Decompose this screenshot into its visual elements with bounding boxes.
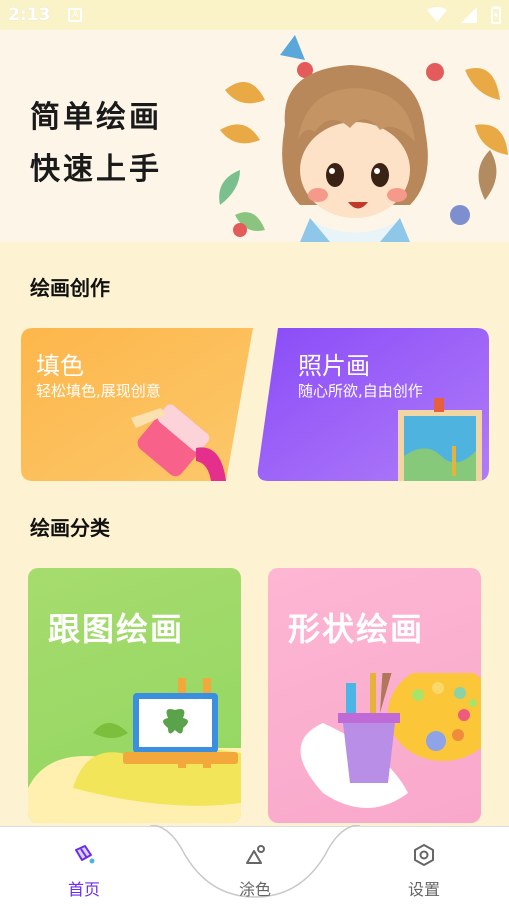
fill-card-subtitle: 轻松填色,展现创意 — [36, 382, 161, 400]
battery-icon — [491, 6, 501, 24]
wifi-icon — [427, 7, 447, 22]
pencil-cup-palette-illustration — [300, 673, 481, 808]
shapes-icon — [246, 845, 265, 864]
easel-painting-illustration — [398, 398, 482, 481]
paint-bucket-icon — [75, 845, 95, 864]
hero-title-line2: 快速上手 — [30, 152, 162, 187]
nav-color-label: 涂色 — [238, 880, 271, 899]
photo-card-title: 照片画 — [298, 352, 370, 380]
nav-home-label: 首页 — [67, 880, 100, 899]
nav-settings-label: 设置 — [407, 880, 440, 899]
bottom-navigation: 首页 涂色 设置 — [0, 825, 509, 906]
sim-icon: A — [68, 8, 83, 22]
shape-drawing-card[interactable]: 形状绘画 — [268, 568, 481, 823]
fill-color-card[interactable]: 填色 轻松填色,展现创意 — [21, 328, 253, 481]
trace-card-title: 跟图绘画 — [48, 610, 185, 648]
section-title-create: 绘画创作 — [30, 276, 110, 300]
gear-hex-icon — [414, 844, 434, 866]
photo-paint-card[interactable]: 照片画 随心所欲,自由创作 — [256, 328, 489, 481]
trace-drawing-card[interactable]: 跟图绘画 — [28, 568, 241, 823]
nav-home[interactable]: 首页 — [29, 827, 139, 906]
easel-clover-illustration — [28, 678, 241, 823]
hero-banner: 简单绘画 快速上手 — [0, 30, 509, 242]
status-icons — [427, 6, 501, 24]
fill-card-title: 填色 — [36, 352, 84, 380]
nav-settings[interactable]: 设置 — [369, 827, 479, 906]
signal-icon — [461, 7, 477, 23]
paint-bucket-illustration — [131, 404, 226, 481]
nav-color[interactable]: 涂色 — [200, 827, 310, 906]
hero-title-line1: 简单绘画 — [30, 100, 162, 135]
shape-card-title: 形状绘画 — [288, 610, 425, 648]
section-title-category: 绘画分类 — [30, 516, 110, 540]
girl-illustration — [219, 35, 508, 242]
status-time: 2:13 — [8, 5, 51, 25]
status-bar: 2:13 A — [0, 0, 509, 30]
